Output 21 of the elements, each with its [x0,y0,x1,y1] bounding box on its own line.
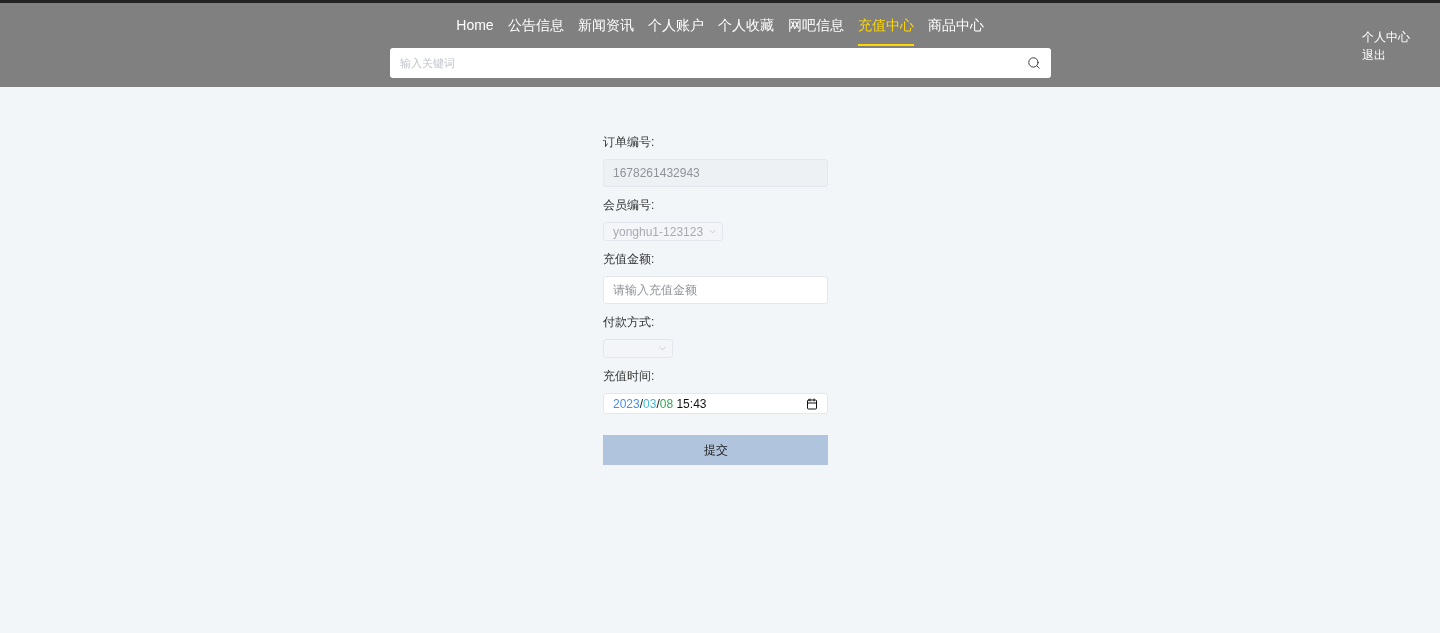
nav-link[interactable]: 网吧信息 [787,15,844,46]
field-label: 充值时间: [603,368,655,385]
field-label: 会员编号: [603,197,655,214]
field-label: 充值金额: [603,251,655,268]
nav-link[interactable]: Home [456,15,494,46]
nav-link[interactable]: 公告信息 [507,15,564,46]
nav-link[interactable]: 个人收藏 [717,15,774,46]
amount-input-field[interactable]: 请输入充值金额 [603,276,828,304]
submit-button[interactable]: 提交 [603,435,828,465]
field-label: 订单编号: [603,134,655,151]
calendar-icon[interactable] [806,397,818,410]
nav-link[interactable]: 商品中心 [927,15,984,46]
user-menu-link[interactable]: 个人中心 [1362,28,1410,46]
search-icon[interactable] [1026,56,1041,70]
datetime-field[interactable]: 2023/03/08 15:43 [603,393,828,414]
order-number-field[interactable]: 1678261432943 [603,159,828,187]
field-label: 付款方式: [603,314,655,331]
nav-link[interactable]: 新闻资讯 [577,15,634,46]
nav-link[interactable]: 充值中心 [857,15,914,46]
user-menu-link[interactable]: 退出 [1362,46,1410,64]
nav-link[interactable]: 个人账户 [647,15,704,46]
